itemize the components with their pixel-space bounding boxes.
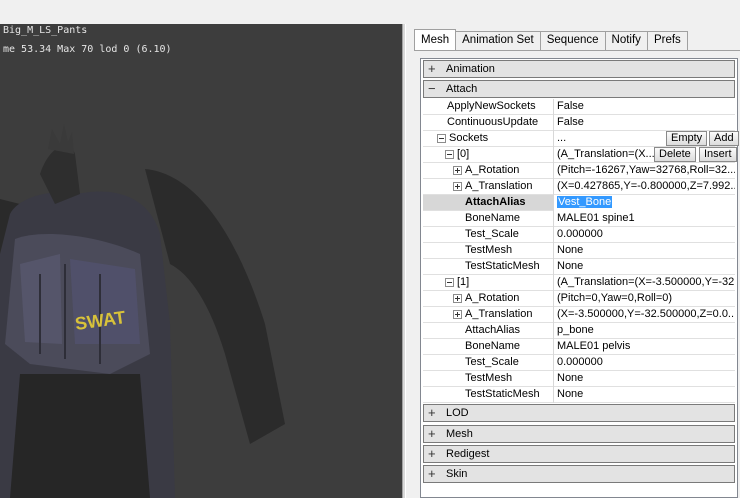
attach-alias-input[interactable]: Vest_Bone	[553, 195, 735, 211]
expand-plus-icon[interactable]: +	[428, 466, 436, 481]
collapse-box-icon[interactable]	[445, 278, 454, 287]
insert-button[interactable]: Insert	[699, 147, 737, 162]
prop-socket-0-test-static-mesh[interactable]: TestStaticMesh None	[423, 259, 735, 275]
tab-prefs[interactable]: Prefs	[646, 31, 688, 50]
category-animation[interactable]: + Animation	[423, 60, 735, 78]
prop-socket-0-test-mesh[interactable]: TestMesh None	[423, 243, 735, 259]
collapse-minus-icon[interactable]: −	[428, 81, 436, 96]
collapse-box-icon[interactable]	[437, 134, 446, 143]
prop-apply-new-sockets[interactable]: ApplyNewSockets False	[423, 99, 735, 115]
expand-plus-icon[interactable]: +	[428, 426, 436, 441]
prop-socket-0-test-scale[interactable]: Test_Scale 0.000000	[423, 227, 735, 243]
category-mesh[interactable]: + Mesh	[423, 425, 735, 443]
properties-panel: Mesh Animation Set Sequence Notify Prefs…	[406, 24, 740, 498]
prop-socket-0-rotation[interactable]: A_Rotation (Pitch=-16267,Yaw=32768,Roll=…	[423, 163, 735, 179]
prop-socket-1-rotation[interactable]: A_Rotation (Pitch=0,Yaw=0,Roll=0)	[423, 291, 735, 307]
property-grid: + Animation − Attach ApplyNewSockets Fal…	[420, 58, 739, 498]
prop-socket-1-test-scale[interactable]: Test_Scale 0.000000	[423, 355, 735, 371]
lower-body	[10, 374, 150, 498]
prop-socket-1-test-static-mesh[interactable]: TestStaticMesh None	[423, 387, 735, 403]
expand-box-icon[interactable]	[453, 294, 462, 303]
expand-box-icon[interactable]	[453, 310, 462, 319]
hair	[48, 124, 74, 154]
delete-button[interactable]: Delete	[654, 147, 696, 162]
expand-box-icon[interactable]	[453, 182, 462, 191]
expand-plus-icon[interactable]: +	[428, 61, 436, 76]
prop-sockets[interactable]: Sockets ... Empty Add	[423, 131, 739, 147]
prop-socket-1-test-mesh[interactable]: TestMesh None	[423, 371, 735, 387]
tab-divider	[414, 50, 740, 51]
prop-continuous-update[interactable]: ContinuousUpdate False	[423, 115, 735, 131]
prop-socket-1-attach-alias[interactable]: AttachAlias p_bone	[423, 323, 735, 339]
prop-socket-0[interactable]: [0] (A_Translation=(X... Delete Insert	[423, 147, 737, 163]
empty-button[interactable]: Empty	[666, 131, 708, 146]
expand-box-icon[interactable]	[453, 166, 462, 175]
category-lod[interactable]: + LOD	[423, 404, 735, 422]
collapse-box-icon[interactable]	[445, 150, 454, 159]
expand-plus-icon[interactable]: +	[428, 405, 436, 420]
category-skin[interactable]: + Skin	[423, 465, 735, 483]
tab-sequence[interactable]: Sequence	[539, 31, 606, 50]
category-redigest[interactable]: + Redigest	[423, 445, 735, 463]
prop-socket-1[interactable]: [1] (A_Translation=(X=-3.500000,Y=-32...	[423, 275, 735, 291]
top-strip	[0, 0, 740, 24]
tab-mesh[interactable]: Mesh	[414, 29, 457, 50]
prop-socket-0-bone-name[interactable]: BoneName MALE01 spine1	[423, 211, 735, 227]
category-attach[interactable]: − Attach	[423, 80, 735, 98]
tab-notify[interactable]: Notify	[604, 31, 648, 50]
prop-socket-1-bone-name[interactable]: BoneName MALE01 pelvis	[423, 339, 735, 355]
prop-socket-0-translation[interactable]: A_Translation (X=0.427865,Y=-0.800000,Z=…	[423, 179, 735, 195]
expand-plus-icon[interactable]: +	[428, 446, 436, 461]
character-model: SWAT	[0, 124, 285, 498]
tab-animation-set[interactable]: Animation Set	[455, 31, 541, 50]
prop-socket-1-translation[interactable]: A_Translation (X=-3.500000,Y=-32.500000,…	[423, 307, 735, 323]
tab-bar: Mesh Animation Set Sequence Notify Prefs	[414, 29, 688, 50]
prop-socket-0-attach-alias[interactable]: AttachAlias Vest_Bone	[423, 195, 735, 211]
add-button[interactable]: Add	[709, 131, 739, 146]
mesh-viewport[interactable]: Big_M_LS_Pants me 53.34 Max 70 lod 0 (6.…	[0, 24, 402, 498]
